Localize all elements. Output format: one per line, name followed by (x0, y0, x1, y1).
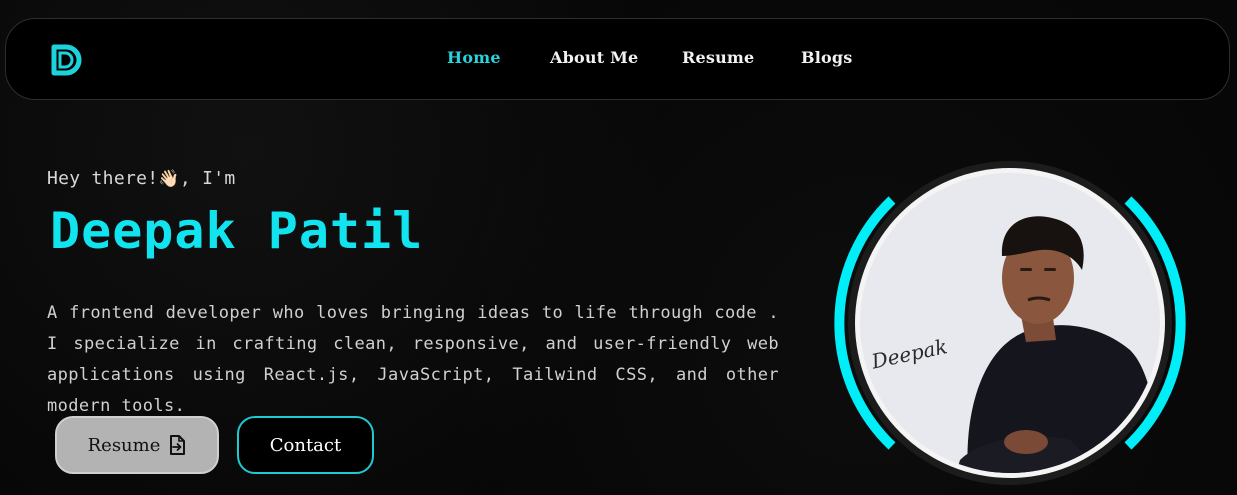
waving-hand-icon: 👋🏻 (158, 169, 180, 189)
resume-button-label: Resume (87, 434, 161, 456)
nav-link-home[interactable]: Home (447, 48, 501, 67)
greeting: Hey there!👋🏻, I'm (47, 168, 236, 189)
bio-paragraph: A frontend developer who loves bringing … (47, 303, 779, 416)
greeting-suffix: , I'm (179, 168, 236, 189)
nav-links: Home About Me Resume Blogs (6, 19, 1229, 99)
navbar: Home About Me Resume Blogs (5, 18, 1230, 100)
resume-button[interactable]: Resume (55, 416, 219, 474)
profile-portrait: Deepak (830, 160, 1192, 495)
nav-link-resume[interactable]: Resume (682, 48, 754, 67)
file-export-icon (170, 435, 186, 455)
hero-name: Deepak Patil (50, 202, 424, 260)
portrait-graphic: Deepak (834, 161, 1186, 485)
contact-button[interactable]: Contact (237, 416, 374, 474)
contact-button-label: Contact (269, 434, 342, 456)
nav-link-blogs[interactable]: Blogs (801, 48, 852, 67)
greeting-text: Hey there! (47, 168, 159, 189)
nav-link-about-me[interactable]: About Me (550, 48, 638, 67)
